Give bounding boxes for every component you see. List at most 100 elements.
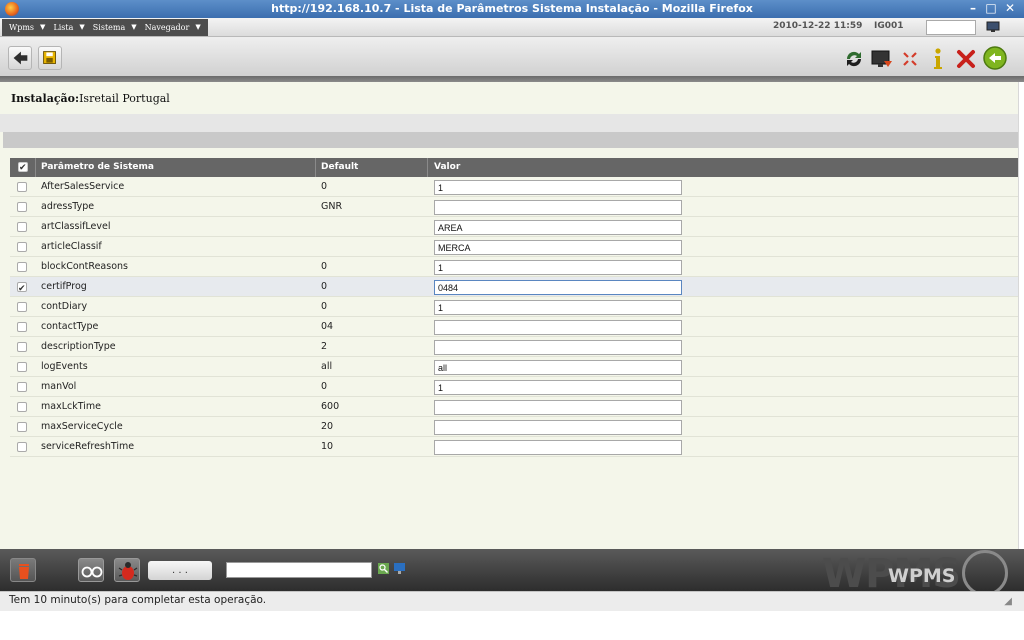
table-row[interactable]: articleClassif bbox=[10, 237, 1018, 257]
row-select-cell bbox=[10, 217, 36, 237]
content-area: Instalação:Isretail Portugal Parâmetro d… bbox=[0, 82, 1018, 549]
param-value-input[interactable] bbox=[434, 400, 682, 415]
param-value-input[interactable] bbox=[434, 180, 682, 195]
menu-label: Lista bbox=[53, 23, 74, 32]
table-row[interactable]: certifProg 0 bbox=[10, 277, 1018, 299]
param-default: all bbox=[321, 361, 333, 372]
param-value-input[interactable] bbox=[434, 440, 682, 455]
param-name: logEvents bbox=[41, 361, 88, 372]
param-name: adressType bbox=[41, 201, 95, 212]
table-row[interactable]: maxServiceCycle 20 bbox=[10, 417, 1018, 437]
row-checkbox[interactable] bbox=[17, 422, 27, 432]
param-value-input[interactable] bbox=[434, 200, 682, 215]
footer-search-input[interactable] bbox=[226, 562, 372, 578]
table-row[interactable]: manVol 0 bbox=[10, 377, 1018, 397]
param-value-input[interactable] bbox=[434, 380, 682, 395]
table-row[interactable]: maxLckTime 600 bbox=[10, 397, 1018, 417]
param-value-input[interactable] bbox=[434, 260, 682, 275]
table-row[interactable]: contactType 04 bbox=[10, 317, 1018, 337]
param-default: 20 bbox=[321, 421, 334, 432]
export-button[interactable] bbox=[870, 47, 894, 71]
menu-lista[interactable]: Lista ▼ bbox=[49, 19, 88, 36]
row-checkbox[interactable] bbox=[17, 202, 27, 212]
table-row[interactable]: adressType GNR bbox=[10, 197, 1018, 217]
row-checkbox[interactable] bbox=[17, 242, 27, 252]
table-row[interactable]: AfterSalesService 0 bbox=[10, 177, 1018, 197]
minimize-button[interactable]: – bbox=[966, 1, 980, 16]
table-row[interactable]: descriptionType 2 bbox=[10, 337, 1018, 357]
save-button[interactable] bbox=[38, 46, 62, 70]
header-default[interactable]: Default bbox=[321, 158, 358, 177]
table-row[interactable]: logEvents all bbox=[10, 357, 1018, 377]
param-value-input[interactable] bbox=[434, 280, 682, 295]
param-value-input[interactable] bbox=[434, 240, 682, 255]
search-icon[interactable] bbox=[378, 563, 389, 574]
installation-value: Isretail Portugal bbox=[79, 92, 170, 105]
param-value-input[interactable] bbox=[434, 300, 682, 315]
header-value[interactable]: Valor bbox=[434, 158, 460, 177]
fullscreen-icon bbox=[903, 52, 917, 66]
delete-button[interactable] bbox=[10, 558, 36, 582]
param-name: certifProg bbox=[41, 281, 87, 292]
resize-grip-icon[interactable]: ◢ bbox=[1004, 596, 1012, 607]
param-default: 0 bbox=[321, 181, 328, 192]
row-checkbox[interactable] bbox=[17, 222, 27, 232]
row-checkbox[interactable] bbox=[17, 322, 27, 332]
row-select-cell bbox=[10, 197, 36, 217]
user-code: IG001 bbox=[874, 21, 904, 31]
row-select-cell bbox=[10, 237, 36, 257]
more-button[interactable]: . . . bbox=[148, 561, 212, 580]
bug-icon bbox=[118, 562, 138, 580]
vertical-scrollbar[interactable] bbox=[1018, 82, 1024, 549]
param-value-input[interactable] bbox=[434, 420, 682, 435]
grid-header: Parâmetro de Sistema Default Valor bbox=[10, 158, 1018, 178]
screen-icon[interactable] bbox=[394, 563, 405, 574]
header-input[interactable] bbox=[926, 20, 976, 35]
table-row[interactable]: artClassifLevel bbox=[10, 217, 1018, 237]
row-checkbox[interactable] bbox=[17, 402, 27, 412]
debug-button[interactable] bbox=[114, 558, 140, 582]
param-name: manVol bbox=[41, 381, 77, 392]
monitor-icon[interactable] bbox=[986, 21, 1000, 33]
row-checkbox[interactable] bbox=[17, 302, 27, 312]
param-name: contactType bbox=[41, 321, 99, 332]
refresh-button[interactable] bbox=[842, 47, 866, 71]
fullscreen-button[interactable] bbox=[898, 47, 922, 71]
row-checkbox[interactable] bbox=[17, 382, 27, 392]
window-title: http://192.168.10.7 - Lista de Parâmetro… bbox=[271, 2, 753, 15]
back-button[interactable] bbox=[8, 46, 32, 70]
cancel-button[interactable] bbox=[954, 47, 978, 71]
table-row[interactable]: blockContReasons 0 bbox=[10, 257, 1018, 277]
window-titlebar: http://192.168.10.7 - Lista de Parâmetro… bbox=[0, 0, 1024, 18]
param-default: 0 bbox=[321, 301, 328, 312]
row-select-cell bbox=[10, 357, 36, 377]
row-checkbox[interactable] bbox=[17, 362, 27, 372]
menu-wpms[interactable]: Wpms ▼ bbox=[5, 19, 49, 36]
glasses-icon bbox=[81, 566, 103, 578]
exit-icon bbox=[983, 46, 1007, 70]
param-name: contDiary bbox=[41, 301, 88, 312]
exit-button[interactable] bbox=[982, 45, 1007, 70]
maximize-button[interactable]: □ bbox=[984, 1, 998, 16]
select-all-checkbox[interactable] bbox=[18, 159, 28, 178]
info-button[interactable] bbox=[926, 45, 950, 69]
param-name: AfterSalesService bbox=[41, 181, 125, 192]
row-checkbox[interactable] bbox=[17, 442, 27, 452]
param-value-input[interactable] bbox=[434, 360, 682, 375]
param-value-input[interactable] bbox=[434, 340, 682, 355]
param-value-input[interactable] bbox=[434, 320, 682, 335]
param-value-input[interactable] bbox=[434, 220, 682, 235]
menu-sistema[interactable]: Sistema ▼ bbox=[89, 19, 141, 36]
table-row[interactable]: contDiary 0 bbox=[10, 297, 1018, 317]
row-select-cell bbox=[10, 317, 36, 337]
header-param[interactable]: Parâmetro de Sistema bbox=[41, 158, 154, 177]
menu-navegador[interactable]: Navegador ▼ bbox=[141, 19, 205, 36]
row-checkbox[interactable] bbox=[17, 262, 27, 272]
close-window-button[interactable]: ✕ bbox=[1003, 1, 1017, 16]
row-checkbox[interactable] bbox=[17, 279, 27, 299]
table-row[interactable]: serviceRefreshTime 10 bbox=[10, 437, 1018, 457]
row-checkbox[interactable] bbox=[17, 342, 27, 352]
view-button[interactable] bbox=[78, 558, 104, 582]
param-default: 2 bbox=[321, 341, 328, 352]
row-checkbox[interactable] bbox=[17, 182, 27, 192]
